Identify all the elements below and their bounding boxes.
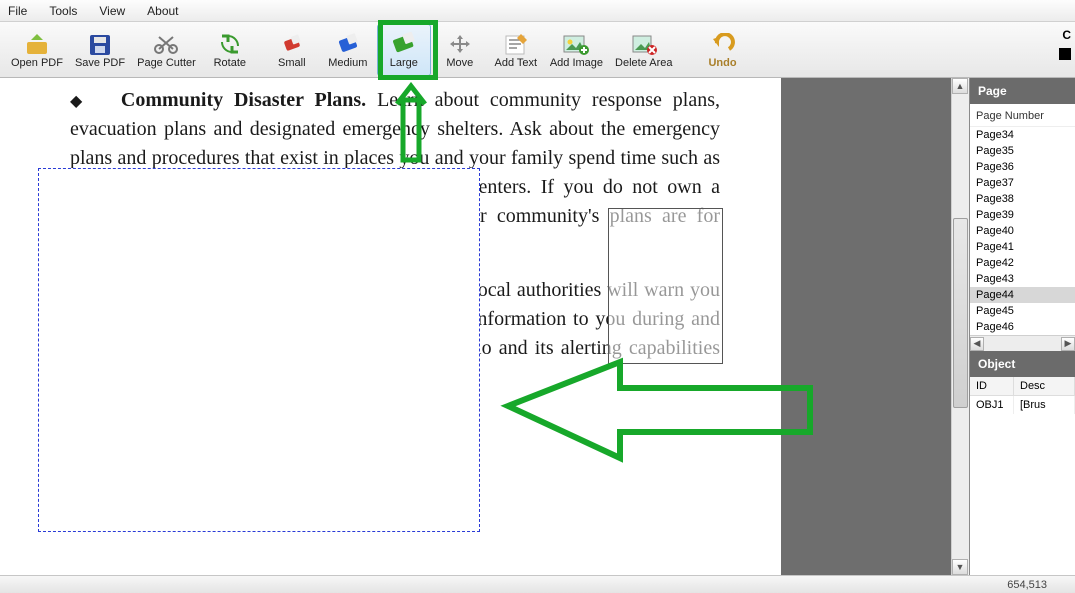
- page-items: Page34Page35Page36Page37Page38Page39Page…: [970, 127, 1075, 335]
- save-pdf-button[interactable]: Save PDF: [70, 24, 130, 76]
- eraser-large-icon: [390, 31, 418, 57]
- menu-file[interactable]: File: [8, 4, 27, 18]
- eraser-medium-button[interactable]: Medium: [321, 24, 375, 76]
- bullet-icon: ◆: [70, 93, 88, 110]
- rotate-button[interactable]: Rotate: [203, 24, 257, 76]
- scroll-down-button[interactable]: ▼: [952, 559, 968, 575]
- status-bar: 654,513: [0, 575, 1075, 593]
- page-number-header: Page Number: [970, 104, 1075, 127]
- page-list-hscroll[interactable]: ◀ ▶: [970, 335, 1075, 351]
- page-cutter-button[interactable]: Page Cutter: [132, 24, 201, 76]
- page-list-item[interactable]: Page42: [970, 255, 1075, 271]
- eraser-small-icon: [278, 31, 306, 57]
- main-area: ◆ Community Disaster Plans. Learn about …: [0, 78, 1075, 575]
- page-list-item[interactable]: Page39: [970, 207, 1075, 223]
- eraser-large-label: Large: [390, 57, 418, 69]
- document-scroll[interactable]: ◆ Community Disaster Plans. Learn about …: [0, 78, 781, 575]
- object-table-header: ID Desc: [970, 377, 1075, 396]
- para1-heading: Community Disaster Plans.: [121, 89, 366, 111]
- eraser-medium-icon: [334, 31, 362, 57]
- delete-area-button[interactable]: Delete Area: [610, 24, 677, 76]
- page-list-item[interactable]: Page44: [970, 287, 1075, 303]
- page-list-item[interactable]: Page46: [970, 319, 1075, 335]
- object-desc-header: Desc: [1014, 377, 1075, 395]
- page-list-item[interactable]: Page35: [970, 143, 1075, 159]
- page-list-item[interactable]: Page36: [970, 159, 1075, 175]
- eraser-large-button[interactable]: Large: [377, 24, 431, 76]
- object-panel-header: Object: [970, 351, 1075, 377]
- page-list-item[interactable]: Page43: [970, 271, 1075, 287]
- move-button[interactable]: Move: [433, 24, 487, 76]
- color-swatch-black[interactable]: [1059, 48, 1071, 60]
- page-list-item[interactable]: Page38: [970, 191, 1075, 207]
- add-image-icon: [562, 31, 590, 57]
- document-wrap: ◆ Community Disaster Plans. Learn about …: [0, 78, 969, 575]
- add-text-icon: [502, 31, 530, 57]
- save-pdf-icon: [86, 31, 114, 57]
- page-list-item[interactable]: Page40: [970, 223, 1075, 239]
- move-label: Move: [446, 57, 473, 69]
- eraser-cursor-preview: [608, 208, 723, 364]
- page-panel-header: Page: [970, 78, 1075, 104]
- undo-label: Undo: [708, 57, 736, 69]
- open-pdf-label: Open PDF: [11, 57, 63, 69]
- object-desc-cell: [Brus: [1014, 396, 1075, 414]
- toolbar-corner-label: C: [1062, 28, 1071, 42]
- page-list-item[interactable]: Page45: [970, 303, 1075, 319]
- vertical-scrollbar[interactable]: ▲ ▼: [951, 78, 969, 575]
- side-panel: Page Page Number Page34Page35Page36Page3…: [969, 78, 1075, 575]
- page-cutter-label: Page Cutter: [137, 57, 196, 69]
- menu-bar: File Tools View About: [0, 0, 1075, 22]
- hscroll-right[interactable]: ▶: [1061, 337, 1075, 351]
- object-id-header: ID: [970, 377, 1014, 395]
- page-list-item[interactable]: Page37: [970, 175, 1075, 191]
- page-margin-panel: [781, 78, 951, 575]
- menu-view[interactable]: View: [99, 4, 125, 18]
- undo-button[interactable]: Undo: [696, 24, 750, 76]
- save-pdf-label: Save PDF: [75, 57, 125, 69]
- eraser-small-label: Small: [278, 57, 306, 69]
- delete-area-label: Delete Area: [615, 57, 672, 69]
- object-table: ID Desc OBJ1 [Brus: [970, 377, 1075, 414]
- erased-selection-box[interactable]: [38, 168, 480, 532]
- eraser-medium-label: Medium: [328, 57, 367, 69]
- page-list-item[interactable]: Page41: [970, 239, 1075, 255]
- rotate-label: Rotate: [214, 57, 246, 69]
- menu-tools[interactable]: Tools: [49, 4, 77, 18]
- scroll-up-button[interactable]: ▲: [952, 78, 968, 94]
- move-icon: [446, 31, 474, 57]
- add-text-button[interactable]: Add Text: [489, 24, 543, 76]
- page-list-item[interactable]: Page34: [970, 127, 1075, 143]
- page-list: Page Number Page34Page35Page36Page37Page…: [970, 104, 1075, 351]
- page-cutter-icon: [152, 31, 180, 57]
- open-pdf-icon: [23, 31, 51, 57]
- add-image-label: Add Image: [550, 57, 603, 69]
- object-row[interactable]: OBJ1 [Brus: [970, 396, 1075, 414]
- eraser-small-button[interactable]: Small: [265, 24, 319, 76]
- scroll-thumb[interactable]: [953, 218, 968, 408]
- delete-area-icon: [630, 31, 658, 57]
- open-pdf-button[interactable]: Open PDF: [6, 24, 68, 76]
- rotate-icon: [216, 31, 244, 57]
- object-id-cell: OBJ1: [970, 396, 1014, 414]
- toolbar-right: C: [1059, 28, 1071, 60]
- undo-icon: [709, 31, 737, 57]
- hscroll-left[interactable]: ◀: [970, 337, 984, 351]
- add-image-button[interactable]: Add Image: [545, 24, 608, 76]
- status-coords: 654,513: [1007, 579, 1047, 591]
- menu-about[interactable]: About: [147, 4, 178, 18]
- toolbar: Open PDF Save PDF Page Cutter Rotate Sma…: [0, 22, 1075, 78]
- add-text-label: Add Text: [495, 57, 538, 69]
